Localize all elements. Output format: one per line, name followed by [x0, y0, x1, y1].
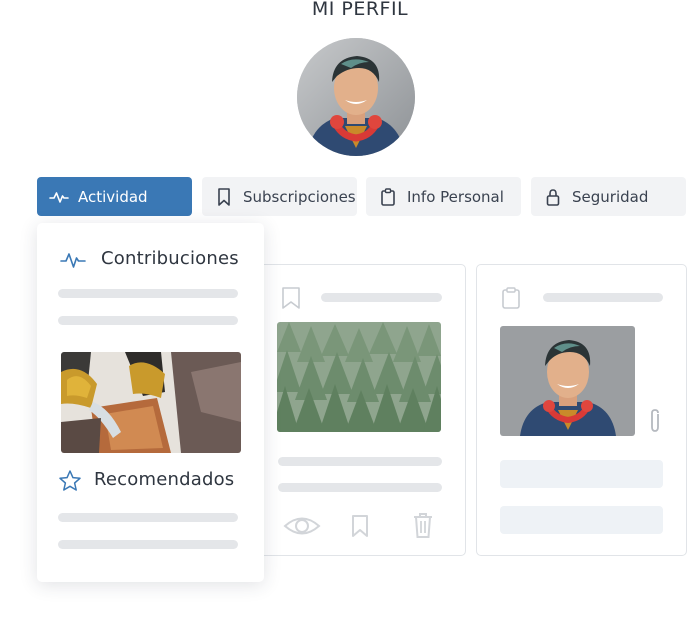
page-title: MI PERFIL [311, 0, 409, 20]
clipboard-icon [378, 187, 398, 207]
contributions-title: Contribuciones [101, 248, 239, 269]
profile-photo[interactable] [500, 326, 635, 436]
tab-label: Info Personal [407, 187, 504, 206]
clipboard-icon [500, 286, 522, 314]
lock-icon [543, 187, 563, 207]
skeleton-line [321, 293, 442, 302]
bookmark-icon[interactable] [350, 514, 370, 542]
skeleton-line [58, 540, 238, 549]
skeleton-line [58, 316, 238, 325]
tab-actividad[interactable]: Actividad [37, 177, 192, 216]
eye-icon[interactable] [283, 513, 321, 543]
tab-info-personal[interactable]: Info Personal [366, 177, 521, 216]
tab-label: Actividad [78, 187, 148, 206]
paperclip-icon[interactable] [648, 408, 662, 438]
recommended-title: Recomendados [94, 469, 235, 490]
skeleton-line [278, 483, 442, 492]
bookmark-icon [280, 286, 302, 314]
subscription-card [254, 264, 466, 556]
forest-image[interactable] [277, 322, 441, 432]
avatar[interactable] [297, 38, 415, 156]
personal-info-card [476, 264, 687, 556]
placeholder-field [500, 460, 663, 488]
skeleton-line [58, 513, 238, 522]
tab-label: Seguridad [572, 187, 649, 206]
tab-seguridad[interactable]: Seguridad [531, 177, 686, 216]
activity-icon [49, 187, 69, 207]
tab-label: Subscripciones [243, 187, 356, 206]
placeholder-field [500, 506, 663, 534]
tab-subscripciones[interactable]: Subscripciones [202, 177, 357, 216]
contribution-image[interactable] [61, 352, 241, 453]
skeleton-line [58, 289, 238, 298]
activity-dropdown: Contribuciones Recomendados [37, 223, 264, 582]
bookmark-icon [214, 187, 234, 207]
star-icon [58, 469, 82, 497]
activity-icon [60, 249, 86, 275]
skeleton-line [278, 457, 442, 466]
skeleton-line [543, 293, 663, 302]
trash-icon[interactable] [411, 511, 435, 543]
